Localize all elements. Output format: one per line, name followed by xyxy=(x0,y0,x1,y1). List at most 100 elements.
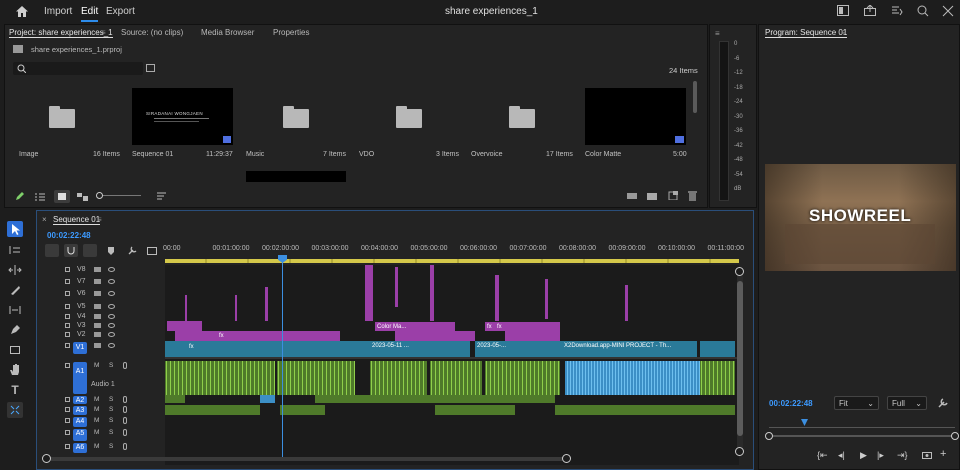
color-matte-thumbnail[interactable] xyxy=(585,88,686,145)
sync-lock-icon[interactable] xyxy=(94,304,101,309)
lock-icon[interactable] xyxy=(65,407,70,412)
track-target-a4[interactable]: A4 xyxy=(73,417,87,427)
lock-icon[interactable] xyxy=(65,279,70,284)
scrub-start-handle[interactable] xyxy=(765,432,773,440)
automate-icon[interactable] xyxy=(627,192,637,200)
fx-clip[interactable]: fx xyxy=(495,322,560,331)
mute-button[interactable]: M xyxy=(94,443,99,450)
scroll-thumb[interactable] xyxy=(737,281,743,436)
mute-button[interactable]: M xyxy=(94,417,99,424)
playhead-line[interactable] xyxy=(282,256,283,461)
hscroll-right-handle[interactable] xyxy=(562,454,571,463)
close-tab-icon[interactable]: × xyxy=(42,215,47,224)
mute-button[interactable]: M xyxy=(94,429,99,436)
project-tab-menu-icon[interactable]: ≡ xyxy=(101,28,106,37)
lock-icon[interactable] xyxy=(65,314,70,319)
audio-clip-a1[interactable] xyxy=(430,361,482,395)
tab-media-browser[interactable]: Media Browser xyxy=(201,28,254,37)
sync-lock-icon[interactable] xyxy=(94,332,101,337)
title-clip[interactable] xyxy=(185,295,187,323)
lock-icon[interactable] xyxy=(65,397,70,402)
partial-thumbnail[interactable] xyxy=(246,171,346,182)
tab-sequence-01[interactable]: Sequence 01 xyxy=(53,215,101,225)
lock-icon[interactable] xyxy=(65,304,70,309)
audio-clip-a3[interactable] xyxy=(555,405,735,415)
razor-icon[interactable] xyxy=(7,282,23,298)
mute-button[interactable]: M xyxy=(94,406,99,413)
lock-icon[interactable] xyxy=(65,343,70,348)
eye-icon[interactable] xyxy=(108,304,115,309)
title-clip[interactable] xyxy=(430,265,434,321)
lock-icon[interactable] xyxy=(65,267,70,272)
microphone-icon[interactable] xyxy=(123,396,127,403)
program-video-frame[interactable]: SHOWREEL xyxy=(765,164,956,271)
bin-music[interactable] xyxy=(245,85,347,157)
eye-icon[interactable] xyxy=(108,291,115,296)
audio-clip-a3[interactable] xyxy=(280,405,325,415)
color-matte-clip[interactable]: Color Ma... xyxy=(375,322,455,331)
edit-menu[interactable]: Edit xyxy=(81,6,99,22)
new-item-icon[interactable] xyxy=(668,191,678,200)
slip-icon[interactable] xyxy=(7,302,23,318)
title-clip[interactable] xyxy=(545,279,548,319)
freeform-view-icon[interactable] xyxy=(77,193,88,201)
share-icon[interactable] xyxy=(864,5,876,16)
step-forward-icon[interactable]: |▸ xyxy=(877,450,884,461)
audio-clip-a1[interactable] xyxy=(277,361,355,395)
audio-clip-a2[interactable] xyxy=(165,395,185,403)
mark-out-icon[interactable]: ⇥} xyxy=(897,450,908,461)
bin-image[interactable] xyxy=(11,85,113,157)
lock-icon[interactable] xyxy=(65,291,70,296)
home-icon[interactable] xyxy=(15,5,29,18)
track-target-a5[interactable]: A5 xyxy=(73,429,87,441)
audio-clip-a3[interactable] xyxy=(165,405,260,415)
title-clip[interactable] xyxy=(167,321,202,331)
sync-lock-icon[interactable] xyxy=(94,343,101,348)
overlay-clip[interactable] xyxy=(175,331,340,341)
scroll-bottom-handle[interactable] xyxy=(735,447,744,456)
search-input[interactable] xyxy=(13,62,143,75)
sync-lock-icon[interactable] xyxy=(94,323,101,328)
tab-project[interactable]: Project: share experiences_1 xyxy=(9,28,113,38)
track-target-v1[interactable]: V1 xyxy=(73,342,87,354)
title-clip[interactable] xyxy=(395,267,398,307)
nest-toggle-icon[interactable] xyxy=(45,244,59,257)
fx-label[interactable]: fx xyxy=(187,342,207,350)
auto-reframe-icon[interactable] xyxy=(7,402,23,418)
pen-icon[interactable] xyxy=(7,322,23,338)
zoom-slider-handle[interactable] xyxy=(96,192,103,199)
track-target-a1[interactable]: A1 xyxy=(73,362,87,394)
project-scrollbar[interactable] xyxy=(693,81,697,113)
solo-button[interactable]: S xyxy=(109,396,113,403)
track-target-a2[interactable]: A2 xyxy=(73,396,87,404)
meter-menu-icon[interactable]: ≡ xyxy=(715,29,720,38)
type-icon[interactable]: T xyxy=(7,382,23,398)
video-clip-x2[interactable]: X2Download.app-MINI PROJECT - Th... xyxy=(562,341,697,357)
timeline-settings-icon[interactable] xyxy=(128,246,137,255)
solo-button[interactable]: S xyxy=(109,429,113,436)
captions-icon[interactable] xyxy=(147,247,157,255)
program-timecode[interactable]: 00:02:22:48 xyxy=(769,399,813,408)
sequence-thumbnail[interactable]: SIRADANAI WONGJAEN xyxy=(132,88,233,145)
zoom-level-select[interactable]: Fit ⌄ xyxy=(834,396,879,410)
lock-icon[interactable] xyxy=(65,430,70,435)
settings-wrench-icon[interactable] xyxy=(938,398,948,408)
lock-icon[interactable] xyxy=(65,363,70,368)
linked-selection-icon[interactable] xyxy=(83,244,97,257)
bin-vdo[interactable] xyxy=(358,85,460,157)
solo-button[interactable]: S xyxy=(109,362,113,369)
solo-button[interactable]: S xyxy=(109,417,113,424)
program-scrub-bar[interactable] xyxy=(765,432,959,440)
timeline-menu-icon[interactable]: ≡ xyxy=(97,215,102,224)
sort-icon[interactable] xyxy=(157,192,166,200)
trash-icon[interactable] xyxy=(688,191,697,201)
timeline-timecode[interactable]: 00:02:22:48 xyxy=(47,231,91,240)
audio-clip-a2[interactable] xyxy=(260,395,275,403)
audio-clip-a1[interactable] xyxy=(700,361,735,395)
sync-lock-icon[interactable] xyxy=(94,314,101,319)
snap-icon[interactable] xyxy=(64,244,78,257)
audio-clip-a1[interactable] xyxy=(485,361,560,395)
lock-icon[interactable] xyxy=(65,444,70,449)
lock-icon[interactable] xyxy=(65,418,70,423)
microphone-icon[interactable] xyxy=(123,362,127,369)
